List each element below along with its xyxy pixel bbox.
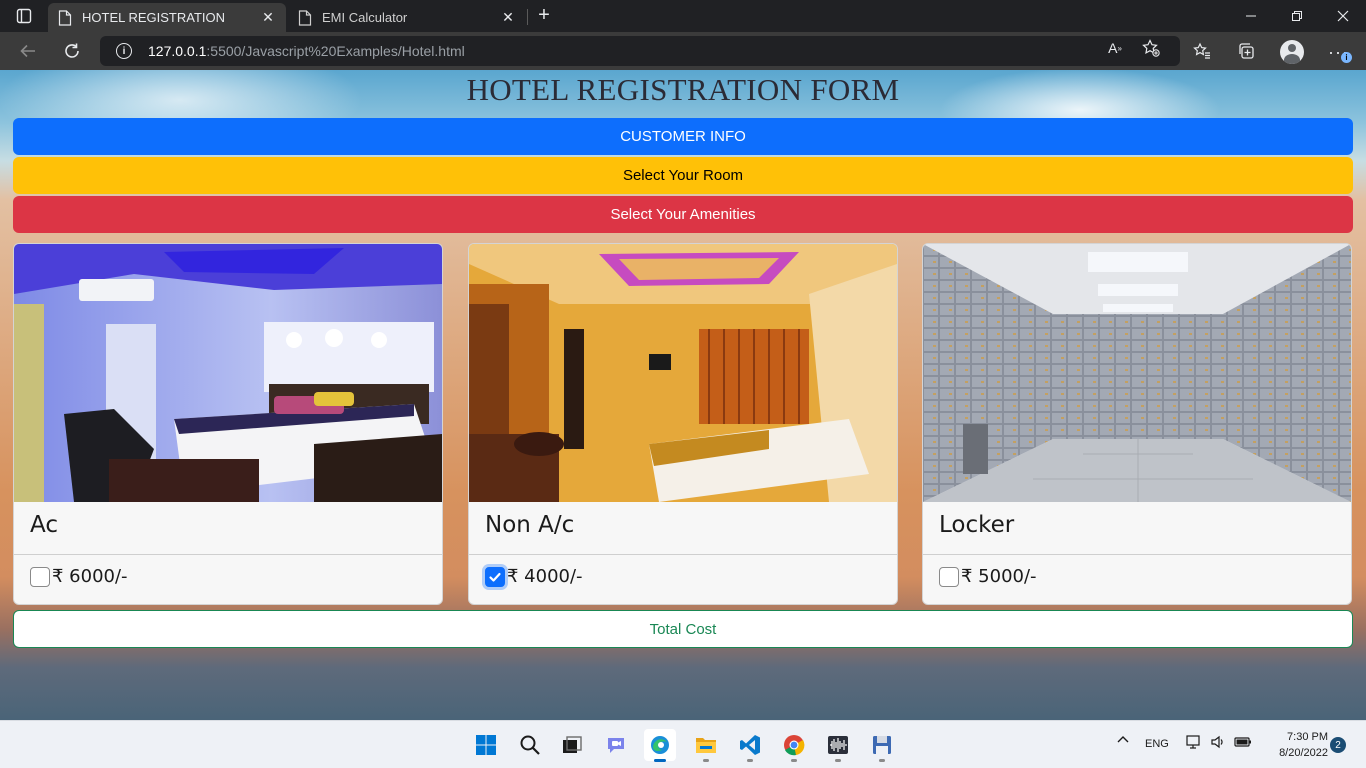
amenity-card-locker: Locker ₹ 5000/- xyxy=(922,243,1352,605)
tab-actions-icon[interactable] xyxy=(8,4,40,28)
system-clock[interactable]: 7:30 PM 8/20/2022 xyxy=(1262,729,1328,761)
locker-vault-photo xyxy=(923,244,1351,502)
room-card-ac: Ac ₹ 6000/- xyxy=(13,243,443,605)
battery-icon[interactable] xyxy=(1234,734,1252,753)
close-icon[interactable]: ✕ xyxy=(260,9,276,26)
read-aloud-icon[interactable]: A» xyxy=(1106,39,1124,57)
address-host: 127.0.0.1 xyxy=(148,43,207,59)
update-badge: i xyxy=(1341,52,1352,63)
floppy-save-icon[interactable] xyxy=(866,729,898,762)
refresh-icon[interactable] xyxy=(58,37,86,65)
vscode-icon[interactable] xyxy=(734,729,766,762)
card-price: ₹ 5000/- xyxy=(961,566,1037,587)
tab-emi-calculator[interactable]: EMI Calculator ✕ xyxy=(288,3,526,32)
ac-checkbox[interactable] xyxy=(30,566,50,587)
card-price-row: ₹ 5000/- xyxy=(939,566,1037,587)
locker-checkbox[interactable] xyxy=(939,566,959,587)
ac-room-photo xyxy=(14,244,442,502)
card-price: ₹ 4000/- xyxy=(507,566,583,587)
clock-date: 8/20/2022 xyxy=(1279,747,1328,759)
collections-icon[interactable] xyxy=(1232,37,1260,65)
windows-start-icon[interactable] xyxy=(470,729,502,761)
card-price: ₹ 6000/- xyxy=(52,566,128,587)
language-indicator[interactable]: ENG xyxy=(1145,738,1169,750)
tab-separator xyxy=(527,9,528,25)
profile-avatar[interactable] xyxy=(1280,40,1304,64)
page-viewport: HOTEL REGISTRATION FORM CUSTOMER INFO Se… xyxy=(0,70,1366,720)
audio-editor-icon[interactable] xyxy=(822,729,854,762)
select-room-button[interactable]: Select Your Room xyxy=(13,157,1353,194)
tab-title: HOTEL REGISTRATION xyxy=(82,10,226,25)
minimize-icon[interactable] xyxy=(1228,0,1274,32)
card-divider xyxy=(923,554,1351,555)
search-icon[interactable] xyxy=(514,729,546,761)
customer-info-button[interactable]: CUSTOMER INFO xyxy=(13,118,1353,155)
non-ac-room-photo xyxy=(469,244,897,502)
tab-title: EMI Calculator xyxy=(322,10,408,25)
total-cost-button[interactable]: Total Cost xyxy=(13,610,1353,648)
new-tab-icon[interactable]: + xyxy=(533,4,555,26)
network-icon[interactable] xyxy=(1186,734,1202,753)
select-amenities-button[interactable]: Select Your Amenities xyxy=(13,196,1353,233)
browser-toolbar: i 127.0.0.1:5500/Javascript%20Examples/H… xyxy=(0,32,1366,70)
card-title: Ac xyxy=(30,512,58,538)
chevron-up-icon[interactable] xyxy=(1116,733,1130,750)
room-card-non-ac: Non A/c ₹ 4000/- xyxy=(468,243,898,605)
file-explorer-icon[interactable] xyxy=(690,729,722,762)
card-divider xyxy=(469,554,897,555)
site-info-icon[interactable]: i xyxy=(116,43,132,59)
clock-time: 7:30 PM xyxy=(1287,731,1328,743)
browser-titlebar: HOTEL REGISTRATION ✕ EMI Calculator ✕ + xyxy=(0,0,1366,32)
chrome-icon[interactable] xyxy=(778,729,810,762)
page-title: HOTEL REGISTRATION FORM xyxy=(466,72,900,107)
card-title: Locker xyxy=(939,512,1015,538)
address-path: :5500/Javascript%20Examples/Hotel.html xyxy=(206,43,465,59)
close-window-icon[interactable] xyxy=(1320,0,1366,32)
windows-taskbar: ENG 7:30 PM 8/20/2022 2 xyxy=(0,720,1366,768)
checkmark-icon xyxy=(489,572,501,582)
volume-icon[interactable] xyxy=(1210,734,1226,753)
page-icon xyxy=(298,9,312,26)
teams-chat-icon[interactable] xyxy=(600,729,632,761)
card-title: Non A/c xyxy=(485,512,575,538)
tab-hotel-registration[interactable]: HOTEL REGISTRATION ✕ xyxy=(48,3,286,32)
card-divider xyxy=(14,554,442,555)
notification-badge[interactable]: 2 xyxy=(1330,737,1346,753)
card-price-row: ₹ 6000/- xyxy=(30,566,128,587)
favorites-icon[interactable] xyxy=(1188,37,1216,65)
edge-icon[interactable] xyxy=(644,729,676,762)
back-arrow-icon[interactable] xyxy=(14,37,42,65)
task-view-icon[interactable] xyxy=(556,729,588,761)
card-price-row: ₹ 4000/- xyxy=(485,566,583,587)
page-icon xyxy=(58,9,72,26)
address-bar[interactable]: i 127.0.0.1:5500/Javascript%20Examples/H… xyxy=(100,36,1180,66)
close-icon[interactable]: ✕ xyxy=(500,9,516,26)
non-ac-checkbox[interactable] xyxy=(485,566,505,587)
add-favorite-icon[interactable] xyxy=(1142,39,1160,57)
restore-icon[interactable] xyxy=(1274,0,1320,32)
